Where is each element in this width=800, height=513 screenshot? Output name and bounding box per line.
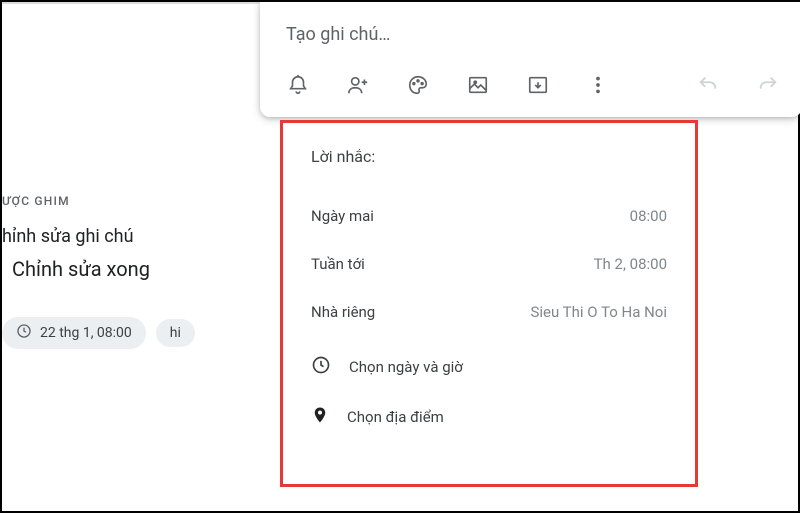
clock-icon: [16, 323, 32, 343]
pinned-section-header: ƯỢC GHIM: [2, 194, 262, 208]
color-button[interactable]: [404, 71, 432, 99]
reminder-option-label: Tuần tới: [311, 255, 365, 273]
add-image-button[interactable]: [464, 71, 492, 99]
note-chips: 22 thg 1, 08:00 hi: [2, 317, 262, 349]
redo-button[interactable]: [754, 71, 782, 99]
reminder-option-value: Th 2, 08:00: [594, 255, 667, 273]
reminder-option-label: Nhà riêng: [311, 303, 375, 321]
note-body[interactable]: Chỉnh sửa xong: [12, 257, 262, 281]
label-chip-text: hi: [170, 325, 181, 341]
undo-button[interactable]: [694, 71, 722, 99]
reminder-option-value: Sieu Thi O To Ha Noi: [530, 303, 667, 321]
pick-date-time-label: Chọn ngày và giờ: [349, 358, 463, 376]
reminder-popover: Lời nhắc: Ngày mai 08:00 Tuần tới Th 2, …: [280, 120, 698, 487]
reminder-title: Lời nhắc:: [311, 147, 667, 166]
reminder-chip-label: 22 thg 1, 08:00: [40, 325, 132, 341]
note-title[interactable]: hỉnh sửa ghi chú: [2, 226, 262, 247]
reminder-option-home[interactable]: Nhà riêng Sieu Thi O To Ha Noi: [311, 288, 667, 336]
location-icon: [311, 406, 329, 428]
note-toolbar: [268, 67, 794, 109]
reminder-option-value: 08:00: [630, 207, 667, 225]
reminder-option-next-week[interactable]: Tuần tới Th 2, 08:00: [311, 240, 667, 288]
label-chip[interactable]: hi: [156, 319, 195, 347]
collaborator-button[interactable]: [344, 71, 372, 99]
notes-list-panel: ƯỢC GHIM hỉnh sửa ghi chú Chỉnh sửa xong…: [2, 2, 262, 511]
more-button[interactable]: [584, 71, 612, 99]
pick-location[interactable]: Chọn địa điểm: [311, 392, 667, 442]
note-input[interactable]: Tạo ghi chú…: [268, 16, 794, 67]
archive-button[interactable]: [524, 71, 552, 99]
reminder-option-label: Ngày mai: [311, 207, 374, 225]
clock-icon: [311, 355, 331, 379]
pick-date-time[interactable]: Chọn ngày và giờ: [311, 342, 667, 392]
remind-me-button[interactable]: [284, 71, 312, 99]
pick-location-label: Chọn địa điểm: [347, 408, 444, 426]
reminder-option-tomorrow[interactable]: Ngày mai 08:00: [311, 192, 667, 240]
note-editor-card: Tạo ghi chú…: [260, 2, 800, 117]
reminder-chip[interactable]: 22 thg 1, 08:00: [2, 317, 146, 349]
